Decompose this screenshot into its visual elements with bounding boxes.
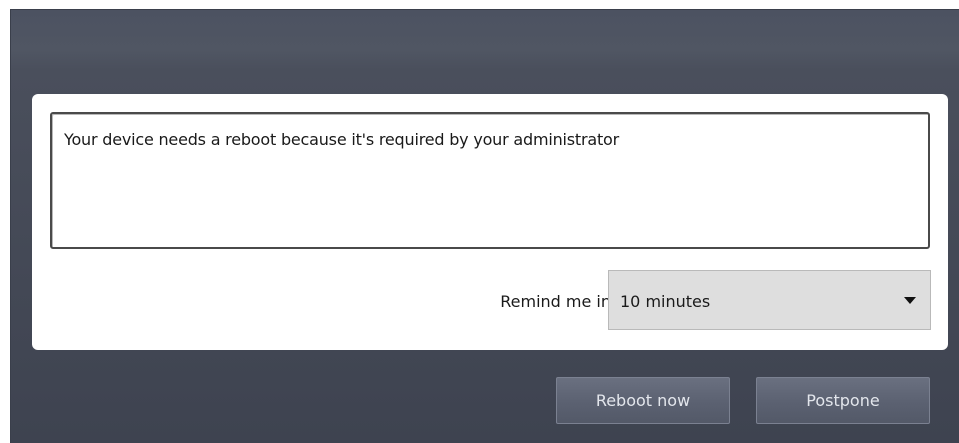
reboot-dialog: Your device needs a reboot because it's … bbox=[10, 9, 959, 443]
content-panel: Your device needs a reboot because it's … bbox=[32, 94, 948, 350]
remind-label: Remind me in bbox=[500, 292, 611, 311]
remind-interval-select[interactable]: 10 minutes bbox=[608, 270, 931, 330]
postpone-button[interactable]: Postpone bbox=[756, 377, 930, 424]
reboot-message: Your device needs a reboot because it's … bbox=[50, 112, 930, 249]
chevron-down-icon bbox=[904, 297, 916, 304]
reboot-now-button[interactable]: Reboot now bbox=[556, 377, 730, 424]
remind-interval-value: 10 minutes bbox=[620, 292, 711, 311]
remind-row: Remind me in 10 minutes bbox=[32, 270, 948, 332]
